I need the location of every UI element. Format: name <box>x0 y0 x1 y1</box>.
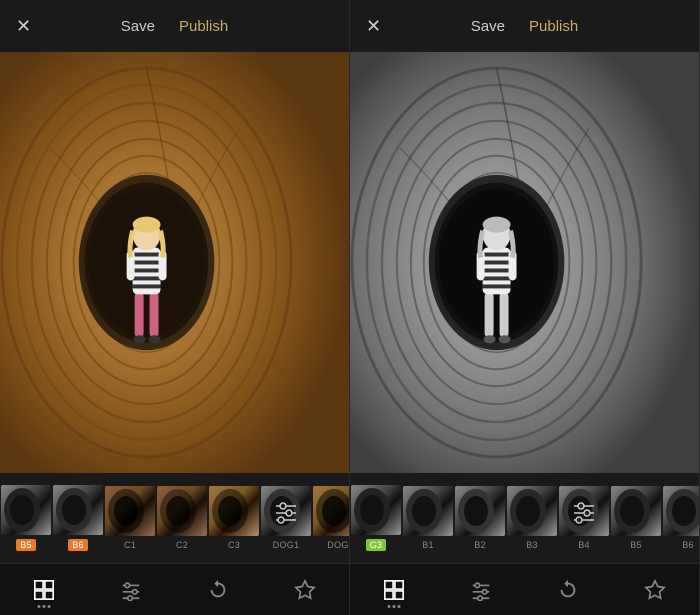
filter-item-b4-right[interactable]: B4 <box>558 484 610 552</box>
filter-thumb-c1-left <box>105 486 155 536</box>
filter-item-b6-right[interactable]: B6 <box>662 484 699 552</box>
filter-label-g3-right: G3 <box>366 539 387 551</box>
filter-label-c1-left: C1 <box>124 540 136 550</box>
left-adjust-button[interactable] <box>111 570 151 610</box>
filter-item-b6-left[interactable]: B6 <box>52 483 104 553</box>
frame-icon <box>33 579 55 601</box>
left-toolbar <box>0 563 349 615</box>
filter-label-b6-right: B6 <box>682 540 694 550</box>
filter-label-c3-left: C3 <box>228 540 240 550</box>
adjust-icon <box>120 579 142 601</box>
filter-label-c2-left: C2 <box>176 540 188 550</box>
right-filter-strip: G3 B1 B2 B3 <box>350 473 699 563</box>
filter-thumb-b6-left <box>53 485 103 535</box>
filter-label-b2-right: B2 <box>474 540 486 550</box>
star-icon <box>294 579 316 601</box>
filter-label-b3-right: B3 <box>526 540 538 550</box>
frame-active-dots <box>37 605 50 608</box>
right-star-button[interactable] <box>635 570 675 610</box>
right-rotate-button[interactable] <box>548 570 588 610</box>
filter-thumb-g3-right <box>351 485 401 535</box>
right-frame-active-dots <box>387 605 400 608</box>
right-toolbar <box>350 563 699 615</box>
rotate-icon <box>207 579 229 601</box>
filter-thumb-b4-right <box>559 486 609 536</box>
filter-thumb-b6-right <box>663 486 699 536</box>
right-frame-button[interactable] <box>374 570 414 610</box>
left-panel: ✕ Save Publish <box>0 0 350 615</box>
left-photo-svg <box>0 52 349 473</box>
left-photo-area <box>0 52 349 473</box>
right-close-button[interactable]: ✕ <box>366 17 381 35</box>
left-publish-button[interactable]: Publish <box>179 18 228 35</box>
filter-label-b5-left: B5 <box>16 539 36 551</box>
left-close-button[interactable]: ✕ <box>16 17 31 35</box>
filter-item-dog-left[interactable]: DOG <box>312 484 349 552</box>
filter-thumb-b1-right <box>403 486 453 536</box>
right-adjust-icon <box>470 579 492 601</box>
filter-thumb-b5-left <box>1 485 51 535</box>
right-photo-svg <box>350 52 699 473</box>
right-save-button[interactable]: Save <box>471 18 505 35</box>
left-frame-button[interactable] <box>24 570 64 610</box>
filter-thumb-c2-left <box>157 486 207 536</box>
filter-label-b5-right: B5 <box>630 540 642 550</box>
filter-thumb-b2-right <box>455 486 505 536</box>
filter-item-c3-left[interactable]: C3 <box>208 484 260 552</box>
filter-item-c1-left[interactable]: C1 <box>104 484 156 552</box>
filter-label-dog1-left: DOG1 <box>273 540 300 550</box>
right-panel: ✕ Save Publish <box>350 0 700 615</box>
right-adjust-button[interactable] <box>461 570 501 610</box>
right-frame-icon <box>383 579 405 601</box>
filter-label-dog-left: DOG <box>327 540 348 550</box>
filter-item-b5-left[interactable]: B5 <box>0 483 52 553</box>
filter-thumb-b3-right <box>507 486 557 536</box>
filter-label-b4-right: B4 <box>578 540 590 550</box>
filter-thumb-dog-left <box>313 486 349 536</box>
left-save-button[interactable]: Save <box>121 18 155 35</box>
filter-item-c2-left[interactable]: C2 <box>156 484 208 552</box>
filter-item-b5-right[interactable]: B5 <box>610 484 662 552</box>
filter-thumb-dog1-left <box>261 486 311 536</box>
filter-item-dog1-left[interactable]: DOG1 <box>260 484 312 552</box>
filter-thumb-b5-right <box>611 486 661 536</box>
left-rotate-button[interactable] <box>198 570 238 610</box>
filter-label-b6-left: B6 <box>68 539 88 551</box>
filter-item-b2-right[interactable]: B2 <box>454 484 506 552</box>
filter-label-b1-right: B1 <box>422 540 434 550</box>
left-filter-strip: B5 B6 C1 C2 C3 <box>0 473 349 563</box>
right-rotate-icon <box>557 579 579 601</box>
right-header-actions: Save Publish <box>471 18 578 35</box>
right-photo-area <box>350 52 699 473</box>
filter-item-b3-right[interactable]: B3 <box>506 484 558 552</box>
filter-item-b1-right[interactable]: B1 <box>402 484 454 552</box>
right-star-icon <box>644 579 666 601</box>
left-header: ✕ Save Publish <box>0 0 349 52</box>
left-header-actions: Save Publish <box>121 18 228 35</box>
right-header: ✕ Save Publish <box>350 0 699 52</box>
filter-thumb-c3-left <box>209 486 259 536</box>
filter-item-g3-right[interactable]: G3 <box>350 483 402 553</box>
left-star-button[interactable] <box>285 570 325 610</box>
right-publish-button[interactable]: Publish <box>529 18 578 35</box>
